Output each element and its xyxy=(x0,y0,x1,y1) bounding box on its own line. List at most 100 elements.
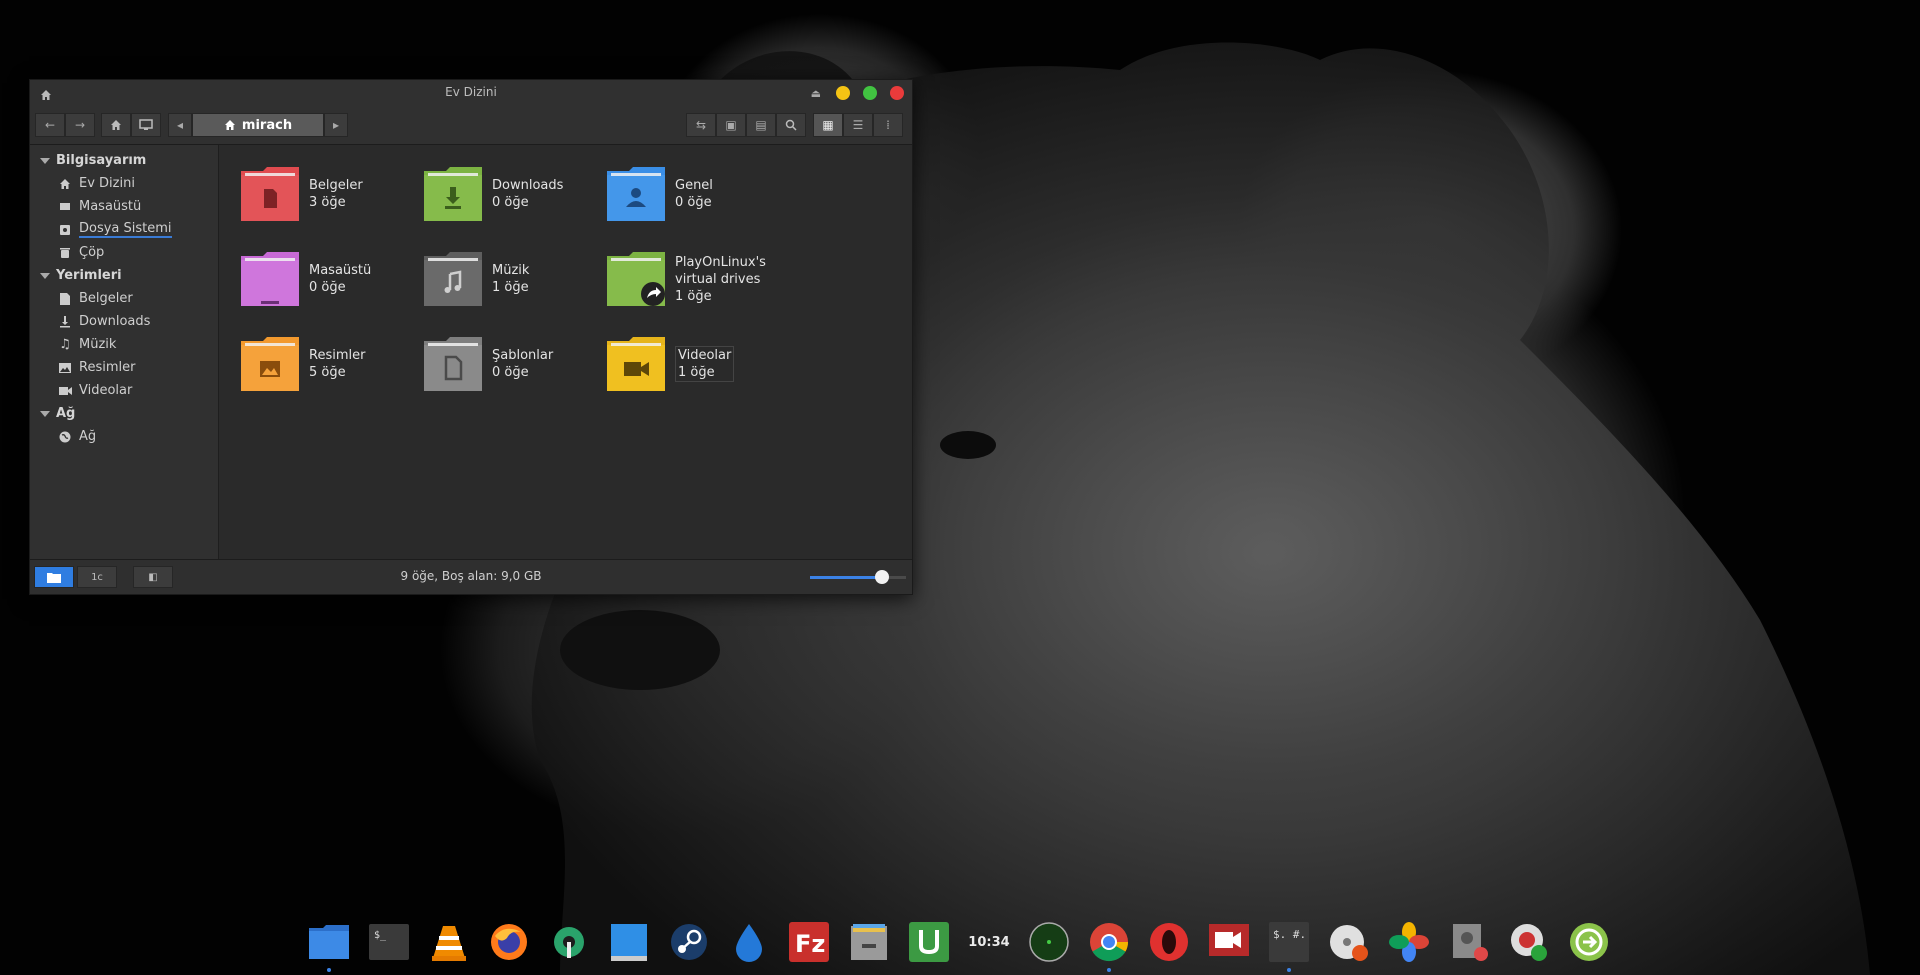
folder-music-icon xyxy=(424,252,482,306)
steam-icon[interactable] xyxy=(664,918,714,966)
folder-count: 0 öğe xyxy=(492,365,529,380)
sidebar-item-trash[interactable]: Çöp xyxy=(30,241,218,264)
toggle-location-button[interactable]: ⇆ xyxy=(686,113,716,137)
sidebar-item-music[interactable]: ♫ Müzik xyxy=(30,333,218,356)
folder-item-downloads[interactable]: Downloads 0 öğe xyxy=(424,159,604,229)
photos-icon[interactable] xyxy=(1384,918,1434,966)
chrome-icon[interactable] xyxy=(1084,918,1134,972)
folder-name: PlayOnLinux's virtual drives xyxy=(675,254,766,287)
system-info-icon[interactable] xyxy=(1504,918,1554,966)
disk-settings-icon[interactable] xyxy=(1444,918,1494,966)
sidebar-section-network[interactable]: Ağ xyxy=(30,402,218,425)
eject-icon[interactable]: ⏏ xyxy=(811,87,821,100)
path-right-button[interactable]: ▸ xyxy=(324,113,348,137)
folder-count: 1 öğe xyxy=(492,280,529,295)
folder-name: Downloads xyxy=(492,178,564,193)
path-left-button[interactable]: ◂ xyxy=(168,113,192,137)
vlc-icon[interactable] xyxy=(424,918,474,966)
archive-icon[interactable] xyxy=(844,918,894,966)
folder-downloads-icon xyxy=(424,167,482,221)
terminal-icon[interactable]: $_ xyxy=(364,918,414,966)
sidebar-item-home[interactable]: Ev Dizini xyxy=(30,172,218,195)
radar-icon[interactable] xyxy=(1024,918,1074,966)
search-button[interactable] xyxy=(776,113,806,137)
firefox-icon[interactable] xyxy=(484,918,534,966)
folder-count: 0 öğe xyxy=(492,195,529,210)
path-label: mirach xyxy=(241,117,293,133)
folder-name: Belgeler xyxy=(309,178,363,193)
folder-name: Müzik xyxy=(492,263,530,278)
list-view-button[interactable]: ☰ xyxy=(843,113,873,137)
folder-item-public[interactable]: Genel 0 öğe xyxy=(607,159,787,229)
folder-desktop-icon xyxy=(241,252,299,306)
status-text: 9 öğe, Boş alan: 9,0 GB xyxy=(400,569,542,583)
sidebar-item-filesystem[interactable]: Dosya Sistemi xyxy=(30,218,218,241)
files-icon[interactable] xyxy=(304,918,354,972)
icon-view-button[interactable]: ▦ xyxy=(813,113,843,137)
folder-item-desktop[interactable]: Masaüstü 0 öğe xyxy=(241,244,421,314)
swap-icon: ⇆ xyxy=(695,118,707,132)
drop-icon[interactable] xyxy=(724,918,774,966)
sidebar-item-videos[interactable]: Videolar xyxy=(30,379,218,402)
drive-icon xyxy=(58,224,72,236)
folder-count: 3 öğe xyxy=(309,195,346,210)
section-label: Bilgisayarım xyxy=(56,153,147,168)
chevron-right-icon: ▸ xyxy=(332,118,340,132)
maximize-button[interactable] xyxy=(863,86,877,100)
sidebar-item-label: Belgeler xyxy=(79,291,133,306)
statusbar: 1c ◧ 9 öğe, Boş alan: 9,0 GB xyxy=(30,559,912,594)
folder-item-playonlinux[interactable]: PlayOnLinux's virtual drives 1 öğe xyxy=(607,244,807,314)
zoom-slider-fill xyxy=(810,576,882,579)
minimize-button[interactable] xyxy=(836,86,850,100)
forward-button[interactable]: → xyxy=(65,113,95,137)
home-icon xyxy=(111,120,121,130)
computer-button[interactable] xyxy=(131,113,161,137)
new-folder-button[interactable]: ▤ xyxy=(746,113,776,137)
folder-count: 5 öğe xyxy=(309,365,346,380)
disc-burner-icon[interactable] xyxy=(1324,918,1374,966)
grid-icon: ▦ xyxy=(822,118,834,132)
zoom-slider-handle[interactable] xyxy=(875,570,889,584)
folder-item-templates[interactable]: Şablonlar 0 öğe xyxy=(424,329,604,399)
folder-count: 1 öğe xyxy=(675,288,712,304)
sidebar-item-label: Masaüstü xyxy=(79,199,142,214)
home-button[interactable] xyxy=(101,113,131,137)
sidebar-item-desktop[interactable]: Masaüstü xyxy=(30,195,218,218)
path-segment-home[interactable]: mirach xyxy=(192,113,324,137)
expand-triangle-icon xyxy=(40,410,50,417)
sidebar-item-pictures[interactable]: Resimler xyxy=(30,356,218,379)
sidebar-item-downloads[interactable]: Downloads xyxy=(30,310,218,333)
folder-count: 1 öğe xyxy=(678,365,715,380)
section-label: Ağ xyxy=(56,406,76,421)
arrow-left-icon: ← xyxy=(44,118,56,132)
folder-item-documents[interactable]: Belgeler 3 öğe xyxy=(241,159,421,229)
sidebar-section-computer[interactable]: Bilgisayarım xyxy=(30,149,218,172)
file-view: Belgeler 3 öğe Downloads 0 öğe Genel 0 öğe … xyxy=(219,145,912,560)
back-button[interactable]: ← xyxy=(35,113,65,137)
folder-item-pictures[interactable]: Resimler 5 öğe xyxy=(241,329,421,399)
upwork-icon[interactable] xyxy=(904,918,954,966)
trash-icon xyxy=(58,247,72,259)
open-terminal-button[interactable]: ▣ xyxy=(716,113,746,137)
search-icon xyxy=(785,119,797,131)
compact-grid-icon: ⁞ xyxy=(886,118,890,132)
folder-name: Resimler xyxy=(309,348,366,363)
sidebar-item-network[interactable]: Ağ xyxy=(30,425,218,448)
desktop-app-icon[interactable] xyxy=(604,918,654,966)
folder-item-music[interactable]: Müzik 1 öğe xyxy=(424,244,604,314)
exit-icon[interactable] xyxy=(1564,918,1614,966)
screen-recorder-icon[interactable] xyxy=(1204,918,1254,966)
sidebar-section-bookmarks[interactable]: Yerimleri xyxy=(30,264,218,287)
sidebar-item-documents[interactable]: Belgeler xyxy=(30,287,218,310)
close-button[interactable] xyxy=(890,86,904,100)
folder-item-videos[interactable]: Videolar 1 öğe xyxy=(607,329,787,399)
filezilla-icon[interactable]: Fz xyxy=(784,918,834,966)
zoom-slider[interactable] xyxy=(810,570,906,584)
compact-view-button[interactable]: ⁞ xyxy=(873,113,903,137)
terminal-hash-icon[interactable]: $. #. xyxy=(1264,918,1314,972)
folder-public-icon xyxy=(607,167,665,221)
settings-icon[interactable] xyxy=(544,918,594,966)
clock-icon: 10:34 xyxy=(964,918,1014,966)
opera-icon[interactable] xyxy=(1144,918,1194,966)
file-manager-window: Ev Dizini ⏏ ← → ◂ mirach ▸ ⇆ ▣ ▤ ▦ ☰ ⁞ B… xyxy=(29,79,913,595)
